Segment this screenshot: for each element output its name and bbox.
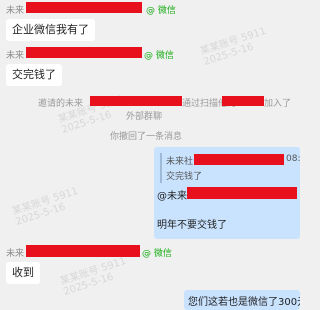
system-message-recall: 你撤回了一条消息: [110, 132, 183, 142]
watermark-line: 某某账号 5911: [10, 185, 80, 218]
wechat-tag: @ 微信: [146, 6, 176, 16]
message-bubble[interactable]: 收到: [6, 262, 40, 284]
system-text: 外部群聊: [126, 112, 163, 122]
watermark-date: 2025-5-16: [202, 41, 255, 68]
wechat-tag: @ 微信: [144, 51, 174, 61]
redaction: [26, 2, 142, 13]
quote-block[interactable]: 未来社 08: 交完钱了: [160, 153, 302, 183]
quote-sender: 未来社: [166, 157, 194, 167]
quote-text: 交完钱了: [166, 172, 203, 182]
watermark: 某某账号 5911 2025-5-16: [10, 182, 83, 228]
watermark: 某某账号 5911 2025-5-16: [198, 22, 271, 68]
message-bubble[interactable]: 交完钱了: [6, 64, 62, 86]
message-left: 未来 @ 微信 收到: [6, 244, 206, 286]
redaction: [187, 187, 297, 199]
sender-name: 未来: [6, 6, 25, 16]
sender-name: 未来: [6, 51, 25, 61]
message-left: 未来 @ 微信 企业微信我有了: [6, 0, 206, 44]
mention: @未来: [157, 191, 187, 202]
system-text: 加入了: [264, 99, 292, 109]
quote-time: 08:: [286, 154, 301, 164]
system-text: 邀请的未来: [38, 99, 84, 109]
message-text: 您们这若也是微信了300元的: [188, 297, 300, 308]
message-bubble[interactable]: 企业微信我有了: [6, 19, 95, 41]
redaction: [222, 96, 264, 106]
watermark-date: 2025-5-16: [14, 201, 67, 228]
message-bubble-self[interactable]: 您们这若也是微信了300元的: [184, 290, 300, 310]
system-message-join: 邀请的未来 通过扫描他的 加入了 外部群聊: [0, 92, 300, 122]
redaction: [90, 96, 182, 106]
reply-bubble[interactable]: 未来社 08: 交完钱了 @未来 明年不要交钱了: [154, 147, 300, 239]
watermark-line: 某某账号 5911: [198, 25, 268, 58]
redaction: [26, 245, 140, 257]
message-left: 未来 @ 微信 交完钱了: [6, 46, 206, 86]
sender-name: 未来: [6, 249, 25, 259]
wechat-tag: @ 微信: [142, 249, 172, 259]
reply-text: 明年不要交钱了: [157, 220, 227, 231]
redaction: [26, 47, 142, 58]
redaction: [194, 154, 284, 165]
